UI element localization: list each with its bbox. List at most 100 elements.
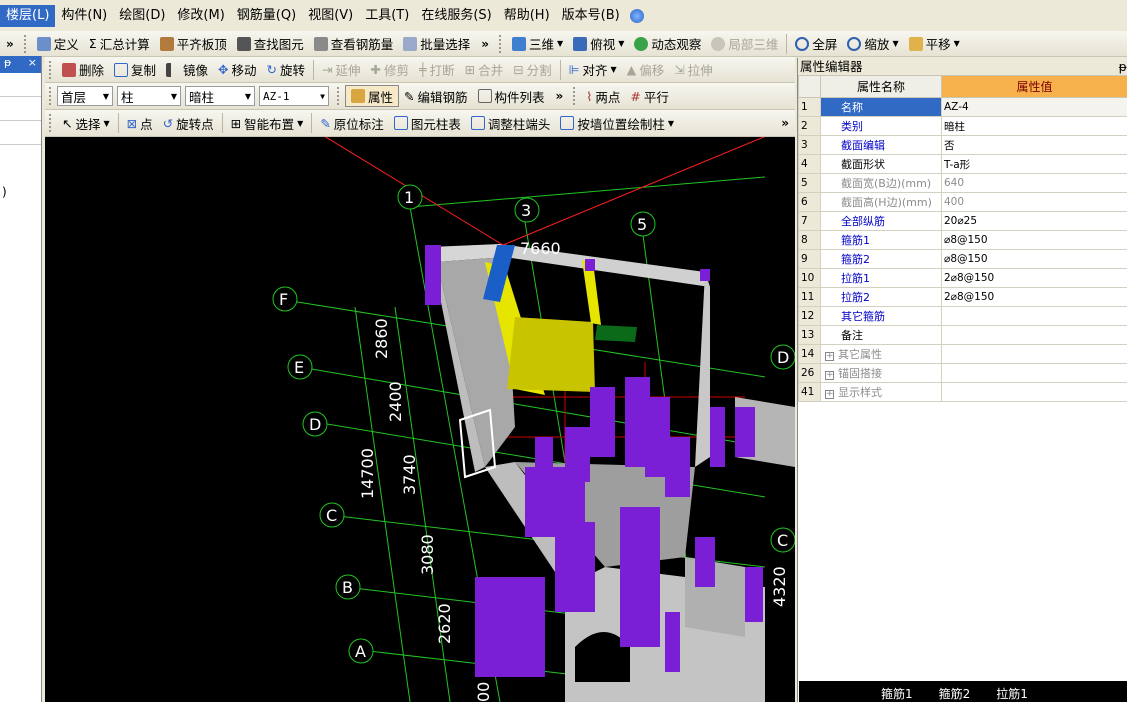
3d-model-canvas[interactable]: 1 3 5 F E D C B A D C 2860 2400 3740 308… [45,137,795,702]
3d-view-button[interactable]: 三维 ▼ [507,33,568,55]
menu-help[interactable]: 帮助(H) [498,5,556,27]
stretch-button[interactable]: ⇲ 拉伸 [669,59,718,81]
floor-select[interactable]: 首层 ▼ [57,86,113,106]
property-value[interactable]: 20⌀25 [941,211,1127,231]
property-row[interactable]: 41 + 显示样式 [798,382,1127,402]
mirror-button[interactable]: 镜像 [161,59,213,81]
define-button[interactable]: 定义 [32,33,84,55]
two-points-button[interactable]: ⌇ 两点 [581,85,625,107]
toolbar-overflow-chevron[interactable]: » [775,116,795,130]
property-value[interactable]: AZ-4 [941,97,1127,117]
menu-version[interactable]: 版本号(B) [556,5,626,27]
column-header-name[interactable]: 属性名称 [820,75,942,98]
menu-floor[interactable]: 楼层(L) [0,4,56,27]
column-header-value[interactable]: 属性值 [941,75,1127,98]
smart-layout-button[interactable]: ⊞ 智能布置 ▼ [226,112,309,134]
property-row[interactable]: 10 拉筋1 2⌀8@150 [798,268,1127,288]
delete-button[interactable]: 删除 [57,59,109,81]
extend-button[interactable]: ⇥ 延伸 [317,59,366,81]
property-value[interactable]: 400 [941,192,1127,212]
expand-icon[interactable]: + [825,352,834,361]
point-button[interactable]: ⊠ 点 [122,112,158,134]
property-value[interactable] [941,325,1127,345]
summary-calc-button[interactable]: Σ 汇总计算 [84,33,155,55]
property-value[interactable]: T-a形 [941,154,1127,174]
offset-button[interactable]: ▲ 偏移 [622,59,670,81]
menu-tools[interactable]: 工具(T) [359,5,415,27]
property-row[interactable]: 6 截面高(H边)(mm) 400 [798,192,1127,212]
pin-icon[interactable]: ᵽ [4,56,11,73]
menu-component[interactable]: 构件(N) [55,5,113,27]
property-value[interactable] [941,306,1127,326]
move-button[interactable]: ✥ 移动 [213,59,262,81]
type-select[interactable]: 柱 ▼ [117,86,181,106]
break-button[interactable]: ╪ 打断 [414,59,460,81]
property-value[interactable] [941,382,1127,402]
orbit-button[interactable]: 动态观察 [629,33,706,55]
left-panel-row[interactable] [0,97,41,121]
left-panel-row[interactable] [0,121,41,145]
split-button[interactable]: ⊟ 分割 [508,59,557,81]
select-button[interactable]: ↖ 选择 ▼ [57,112,115,134]
property-row[interactable]: 26 + 锚固搭接 [798,363,1127,383]
pin-icon[interactable]: ᵽ [1119,58,1127,75]
property-row[interactable]: 1 名称 AZ-4 [798,97,1127,117]
trim-button[interactable]: ✚ 修剪 [366,59,415,81]
property-value[interactable]: 2⌀8@150 [941,268,1127,288]
align-button[interactable]: ⊫ 对齐 ▼ [564,59,622,81]
property-row[interactable]: 4 截面形状 T-a形 [798,154,1127,174]
property-row[interactable]: 11 拉筋2 2⌀8@150 [798,287,1127,307]
property-row[interactable]: 12 其它箍筋 [798,306,1127,326]
property-row[interactable]: 8 箍筋1 ⌀8@150 [798,230,1127,250]
pan-button[interactable]: 平移 ▼ [904,33,965,55]
column-table-button[interactable]: 图元柱表 [389,112,466,134]
top-view-button[interactable]: 俯视 ▼ [568,33,629,55]
property-row[interactable]: 5 截面宽(B边)(mm) 640 [798,173,1127,193]
expand-icon[interactable]: + [825,371,834,380]
batch-select-button[interactable]: 批量选择 [398,33,475,55]
copy-button[interactable]: 复制 [109,59,161,81]
merge-button[interactable]: ⊞ 合并 [460,59,509,81]
local-3d-button[interactable]: 局部三维 [706,33,783,55]
3d-viewport[interactable]: 1 3 5 F E D C B A D C 2860 2400 3740 308… [45,137,795,702]
property-value[interactable] [941,344,1127,364]
property-value[interactable]: 否 [941,135,1127,155]
toolbar-overflow-chevron[interactable]: » [0,37,20,51]
component-list-button[interactable]: 构件列表 [473,85,550,107]
edit-rebar-button[interactable]: ✎ 编辑钢筋 [399,85,473,107]
update-icon[interactable] [629,8,644,23]
zoom-button[interactable]: 缩放 ▼ [842,33,903,55]
property-value[interactable]: 暗柱 [941,116,1127,136]
property-value[interactable]: ⌀8@150 [941,249,1127,269]
draw-column-by-wall-button[interactable]: 按墙位置绘制柱 ▼ [555,112,679,134]
toolbar-overflow-chevron[interactable]: » [550,89,570,103]
component-select[interactable]: AZ-1 ▼ [259,86,329,106]
expand-icon[interactable]: + [825,390,834,399]
subtype-select[interactable]: 暗柱 ▼ [185,86,255,106]
toolbar-overflow-chevron-2[interactable]: » [475,37,495,51]
find-element-button[interactable]: 查找图元 [232,33,309,55]
adjust-column-end-button[interactable]: 调整柱端头 [466,112,556,134]
properties-button[interactable]: 属性 [345,85,400,107]
menu-view[interactable]: 视图(V) [302,5,359,27]
property-value[interactable] [941,363,1127,383]
left-panel-row[interactable] [0,73,41,97]
property-value[interactable]: 640 [941,173,1127,193]
property-row[interactable]: 2 类别 暗柱 [798,116,1127,136]
property-value[interactable]: ⌀8@150 [941,230,1127,250]
fullscreen-button[interactable]: 全屏 [790,33,842,55]
menu-modify[interactable]: 修改(M) [171,5,230,27]
menu-rebar-qty[interactable]: 钢筋量(Q) [231,5,302,27]
rotate-button[interactable]: ↻ 旋转 [262,59,311,81]
property-row[interactable]: 3 截面编辑 否 [798,135,1127,155]
in-place-annotation-button[interactable]: ✎ 原位标注 [315,112,389,134]
align-slab-top-button[interactable]: 平齐板顶 [155,33,232,55]
property-row[interactable]: 14 + 其它属性 [798,344,1127,364]
view-rebar-qty-button[interactable]: 查看钢筋量 [309,33,399,55]
menu-draw[interactable]: 绘图(D) [113,5,171,27]
parallel-button[interactable]: # 平行 [625,85,674,107]
rotate-point-button[interactable]: ↺ 旋转点 [158,112,219,134]
property-value[interactable]: 2⌀8@150 [941,287,1127,307]
property-row[interactable]: 9 箍筋2 ⌀8@150 [798,249,1127,269]
close-icon[interactable]: × [28,56,37,73]
